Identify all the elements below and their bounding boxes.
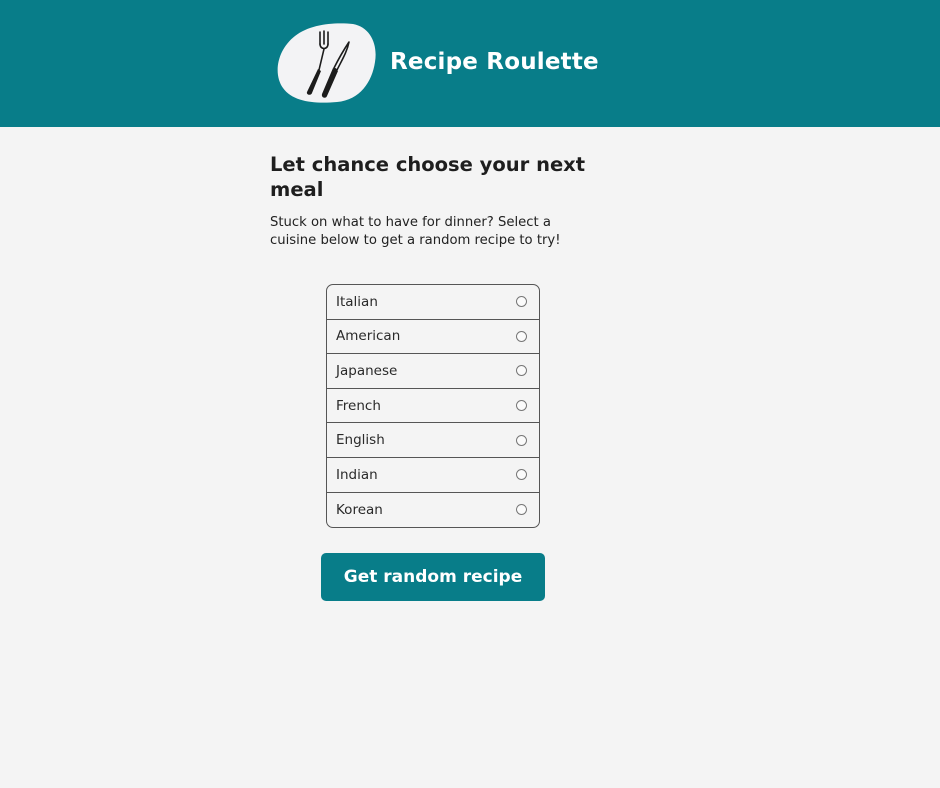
radio-button[interactable] — [516, 504, 527, 516]
cuisine-label: Korean — [336, 501, 383, 518]
cuisine-option-french[interactable]: French — [327, 389, 539, 424]
page-title: Let chance choose your next meal — [270, 153, 586, 201]
cuisine-label: American — [336, 328, 401, 345]
cuisine-label: French — [336, 397, 381, 414]
logo — [275, 22, 377, 104]
app-title: Recipe Roulette — [390, 49, 599, 75]
cuisine-option-italian[interactable]: Italian — [327, 285, 539, 320]
cuisine-label: Italian — [336, 293, 378, 310]
cuisine-option-indian[interactable]: Indian — [327, 458, 539, 493]
get-random-recipe-button[interactable]: Get random recipe — [321, 553, 545, 601]
radio-button[interactable] — [516, 434, 527, 446]
radio-button[interactable] — [516, 330, 527, 342]
cuisine-option-korean[interactable]: Korean — [327, 493, 539, 528]
app-header: Recipe Roulette — [0, 0, 940, 127]
fork-and-knife-icon — [277, 23, 376, 103]
cuisine-radio-group: Italian American Japanese French English… — [326, 284, 540, 529]
radio-button[interactable] — [516, 469, 527, 481]
intro-text: Stuck on what to have for dinner? Select… — [270, 215, 561, 248]
radio-button[interactable] — [516, 296, 527, 308]
cuisine-label: Indian — [336, 466, 378, 483]
cuisine-label: English — [336, 432, 385, 449]
cuisine-label: Japanese — [336, 362, 398, 379]
cuisine-option-american[interactable]: American — [327, 320, 539, 355]
cuisine-option-english[interactable]: English — [327, 423, 539, 458]
cuisine-option-japanese[interactable]: Japanese — [327, 354, 539, 389]
radio-button[interactable] — [516, 400, 527, 412]
radio-button[interactable] — [516, 365, 527, 377]
